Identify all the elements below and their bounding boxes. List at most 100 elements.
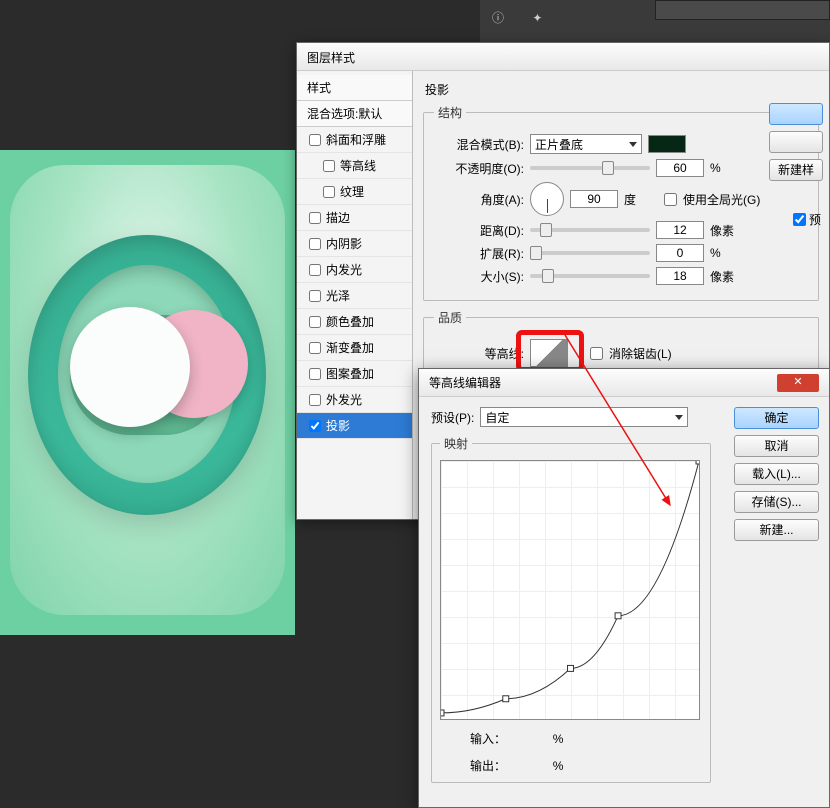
- ok-button[interactable]: [769, 103, 823, 125]
- distance-label: 距离(D):: [434, 222, 524, 239]
- ok-button[interactable]: 确定: [734, 407, 819, 429]
- style-list-item[interactable]: 描边: [297, 205, 412, 231]
- blendmode-combo[interactable]: 正片叠底: [530, 134, 642, 154]
- style-list: 样式 混合选项:默认 斜面和浮雕等高线纹理描边内阴影内发光光泽颜色叠加渐变叠加图…: [297, 71, 413, 519]
- mapping-legend: 映射: [440, 435, 472, 452]
- spread-unit: %: [710, 246, 744, 260]
- style-item-label: 投影: [326, 417, 350, 434]
- wand-icon[interactable]: ✦: [523, 4, 551, 32]
- panel-title: 投影: [425, 81, 819, 98]
- chevron-down-icon: [629, 142, 637, 147]
- input-label: 输入：: [470, 732, 506, 746]
- preview-checkbox[interactable]: [793, 213, 806, 226]
- white-circle: [70, 307, 190, 427]
- antialias-checkbox[interactable]: [590, 347, 603, 360]
- input-unit: %: [553, 732, 564, 746]
- style-item-label: 描边: [326, 209, 350, 226]
- distance-unit: 像素: [710, 222, 744, 239]
- style-list-item[interactable]: 图案叠加: [297, 361, 412, 387]
- style-item-label: 图案叠加: [326, 365, 374, 382]
- style-list-item[interactable]: 内阴影: [297, 231, 412, 257]
- distance-input[interactable]: [656, 221, 704, 239]
- style-item-checkbox[interactable]: [309, 342, 321, 354]
- spread-input[interactable]: [656, 244, 704, 262]
- style-item-checkbox[interactable]: [309, 238, 321, 250]
- preset-value: 自定: [485, 409, 509, 426]
- style-list-item[interactable]: 斜面和浮雕: [297, 127, 412, 153]
- preview-label: 预: [809, 211, 821, 228]
- preset-combo[interactable]: 自定: [480, 407, 688, 427]
- chevron-down-icon: [675, 415, 683, 420]
- save-button[interactable]: 存储(S)...: [734, 491, 819, 513]
- style-item-checkbox[interactable]: [309, 290, 321, 302]
- highlight-box: [516, 330, 584, 372]
- style-list-item[interactable]: 纹理: [297, 179, 412, 205]
- style-item-label: 等高线: [340, 157, 376, 174]
- style-list-item[interactable]: 光泽: [297, 283, 412, 309]
- style-item-checkbox[interactable]: [309, 264, 321, 276]
- style-item-label: 内发光: [326, 261, 362, 278]
- dialog-title: 图层样式: [307, 51, 355, 65]
- cancel-button[interactable]: [769, 131, 823, 153]
- distance-slider[interactable]: [530, 228, 650, 232]
- style-item-label: 纹理: [340, 183, 364, 200]
- style-list-item[interactable]: 等高线: [297, 153, 412, 179]
- document-canvas: [0, 150, 295, 635]
- style-item-label: 渐变叠加: [326, 339, 374, 356]
- contour-curve-grid[interactable]: [440, 460, 700, 720]
- structure-group: 结构 混合模式(B): 正片叠底 不透明度(O): % 角度(A):: [423, 104, 819, 301]
- global-light-label: 使用全局光(G): [683, 191, 760, 208]
- style-list-item[interactable]: 外发光: [297, 387, 412, 413]
- angle-label: 角度(A):: [434, 191, 524, 208]
- angle-dial[interactable]: [530, 182, 564, 216]
- style-list-item[interactable]: 颜色叠加: [297, 309, 412, 335]
- style-item-label: 斜面和浮雕: [326, 131, 386, 148]
- size-slider[interactable]: [530, 274, 650, 278]
- blendmode-label: 混合模式(B):: [434, 136, 524, 153]
- shadow-color-swatch[interactable]: [648, 135, 686, 153]
- style-list-item[interactable]: 渐变叠加: [297, 335, 412, 361]
- load-button[interactable]: 载入(L)...: [734, 463, 819, 485]
- style-item-checkbox[interactable]: [309, 134, 321, 146]
- style-item-checkbox[interactable]: [309, 420, 321, 432]
- quality-legend: 品质: [434, 309, 466, 326]
- info-icon[interactable]: ⓘ: [484, 4, 512, 32]
- style-item-checkbox[interactable]: [309, 368, 321, 380]
- dialog-button-column: 确定 取消 载入(L)... 存储(S)... 新建...: [734, 407, 819, 547]
- angle-unit: 度: [624, 191, 658, 208]
- angle-input[interactable]: [570, 190, 618, 208]
- style-list-header[interactable]: 样式: [297, 75, 412, 101]
- global-light-checkbox[interactable]: [664, 193, 677, 206]
- style-item-checkbox[interactable]: [309, 212, 321, 224]
- new-button[interactable]: 新建...: [734, 519, 819, 541]
- blend-options-header[interactable]: 混合选项:默认: [297, 101, 412, 127]
- style-item-label: 颜色叠加: [326, 313, 374, 330]
- style-item-checkbox[interactable]: [309, 316, 321, 328]
- app-toolbar: ⓘ ✦: [480, 0, 830, 45]
- dialog-titlebar[interactable]: 等高线编辑器 ✕: [419, 369, 829, 397]
- opacity-slider[interactable]: [530, 166, 650, 170]
- dialog-titlebar[interactable]: 图层样式: [297, 43, 829, 71]
- style-item-checkbox[interactable]: [323, 160, 335, 172]
- structure-legend: 结构: [434, 104, 466, 121]
- spread-slider[interactable]: [530, 251, 650, 255]
- opacity-input[interactable]: [656, 159, 704, 177]
- style-list-item[interactable]: 投影: [297, 413, 412, 439]
- opacity-label: 不透明度(O):: [434, 160, 524, 177]
- curve-path: [441, 461, 699, 719]
- style-item-label: 内阴影: [326, 235, 362, 252]
- panel-strip: [655, 0, 830, 20]
- new-style-button[interactable]: 新建样: [769, 159, 823, 181]
- style-item-label: 光泽: [326, 287, 350, 304]
- style-item-checkbox[interactable]: [323, 186, 335, 198]
- dialog-title: 等高线编辑器: [429, 374, 501, 391]
- artwork: [10, 165, 285, 620]
- style-item-checkbox[interactable]: [309, 394, 321, 406]
- output-unit: %: [553, 759, 564, 773]
- antialias-label: 消除锯齿(L): [609, 345, 672, 362]
- size-input[interactable]: [656, 267, 704, 285]
- close-button[interactable]: ✕: [777, 374, 819, 392]
- cancel-button[interactable]: 取消: [734, 435, 819, 457]
- contour-label: 等高线:: [434, 345, 524, 362]
- style-list-item[interactable]: 内发光: [297, 257, 412, 283]
